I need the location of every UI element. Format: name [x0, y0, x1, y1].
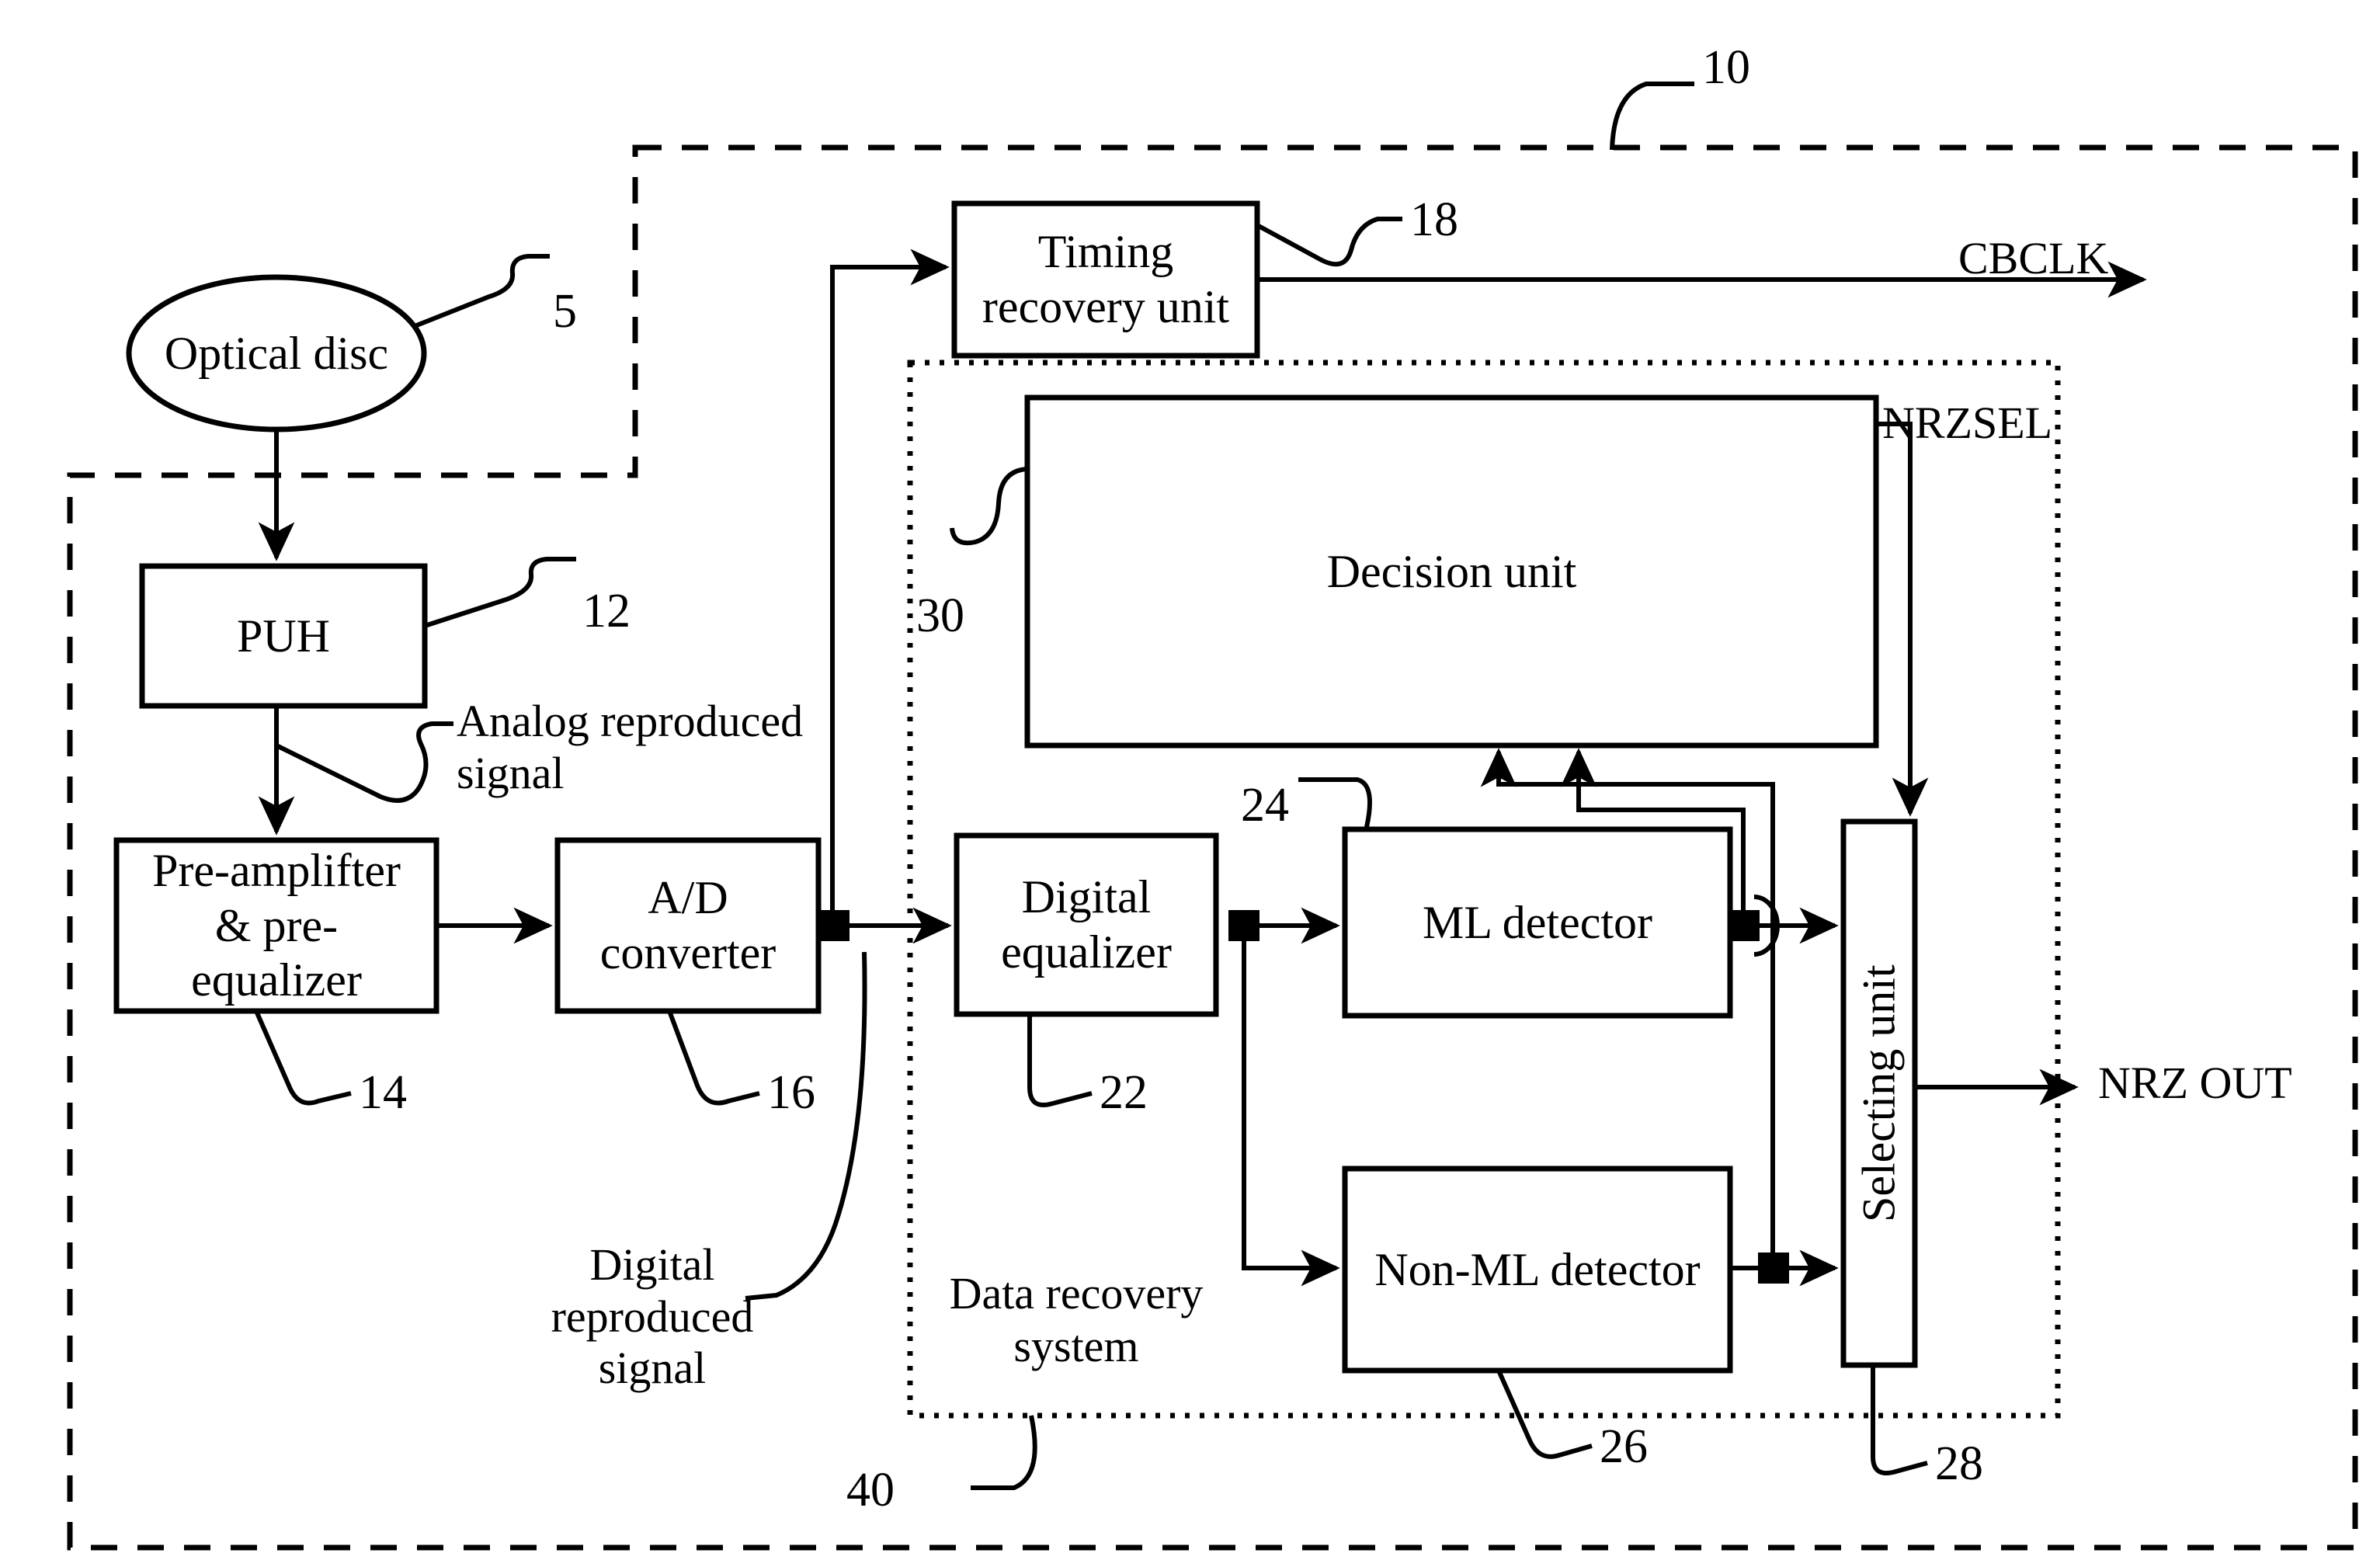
nrz-out-label: NRZ OUT [2098, 1058, 2292, 1108]
selecting-label: Selecting unit [1853, 964, 1905, 1222]
leader-analog-signal [275, 721, 453, 803]
optical-disc-label: Optical disc [164, 327, 389, 379]
nrzsel-label: NRZSEL [1882, 398, 2053, 448]
leader-ref-24 [1298, 777, 1372, 828]
ref-16: 16 [767, 1066, 815, 1119]
leader-ref-10 [1610, 82, 1694, 151]
leader-ref-28 [1871, 1365, 1928, 1475]
wire-digeq-to-nonml [1242, 926, 1340, 1287]
leader-ref-12 [424, 557, 576, 628]
junction-ml-out [1729, 910, 1760, 941]
puh-label: PUH [236, 610, 331, 662]
ref-30: 30 [916, 589, 964, 642]
ref-5: 5 [553, 285, 577, 338]
ref-22: 22 [1100, 1066, 1148, 1119]
ml-label: ML detector [1423, 896, 1652, 948]
leader-ref-16 [667, 1009, 760, 1106]
figure-canvas: Optical disc PUH Pre-amplifter & pre- eq… [0, 0, 2380, 1560]
leader-ref-30 [950, 467, 1028, 546]
leader-ref-5 [413, 254, 550, 328]
ref-28: 28 [1935, 1437, 1983, 1490]
data-recovery-system-label: Data recovery system [949, 1267, 1204, 1371]
adc-label: A/D converter [599, 872, 777, 978]
ref-10: 10 [1702, 41, 1750, 94]
wire-decision-nrzsel-to-selecting [1876, 422, 1929, 817]
decision-label: Decision unit [1326, 545, 1577, 597]
cbclk-label: CBCLK [1958, 233, 2109, 283]
preamp-label: Pre-amplifter & pre- equalizer [152, 844, 401, 1006]
leader-ref-14 [254, 1009, 352, 1106]
leader-ref-40 [971, 1415, 1037, 1490]
leader-ref-18 [1256, 217, 1402, 267]
ref-12: 12 [582, 585, 631, 638]
ref-40: 40 [846, 1464, 895, 1517]
digital-reproduced-signal-label: Digital reproduced signal [551, 1239, 754, 1394]
ref-14: 14 [359, 1066, 407, 1119]
ref-24: 24 [1241, 779, 1289, 832]
ref-18: 18 [1410, 193, 1458, 246]
ref-26: 26 [1600, 1420, 1648, 1473]
digital-eq-label: Digital equalizer [1001, 871, 1172, 978]
junction-digeq-out [1228, 910, 1259, 941]
junction-adc-out [818, 910, 850, 941]
timing-label: Timing recovery unit [982, 226, 1230, 332]
nonml-label: Non-ML detector [1374, 1243, 1701, 1295]
leader-ref-22 [1027, 1014, 1093, 1107]
junction-nonml-out [1758, 1253, 1789, 1284]
analog-reproduced-signal-label: Analog reproduced signal [457, 696, 804, 798]
